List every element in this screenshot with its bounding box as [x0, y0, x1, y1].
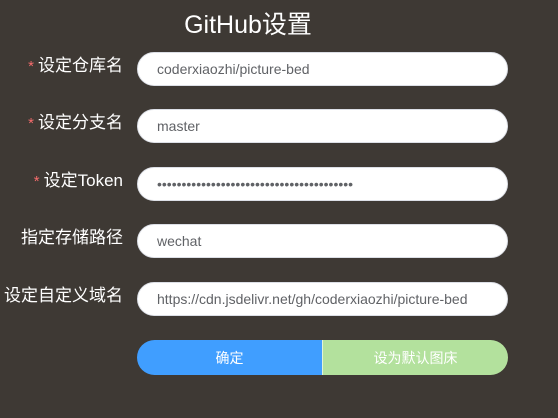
custom-domain-row: 设定自定义域名	[0, 282, 558, 318]
repo-name-input[interactable]	[137, 52, 508, 86]
required-mark: *	[28, 58, 34, 75]
branch-name-label: * 设定分支名	[0, 109, 123, 137]
token-row: * 设定Token	[0, 167, 558, 203]
storage-path-label-text: 指定存储路径	[21, 228, 123, 247]
repo-name-label-text: 设定仓库名	[38, 56, 123, 75]
custom-domain-label: 设定自定义域名	[0, 282, 123, 310]
confirm-button[interactable]: 确定	[137, 340, 322, 375]
token-input[interactable]	[137, 167, 508, 201]
storage-path-row: 指定存储路径	[0, 224, 558, 260]
action-button-group: 确定 设为默认图床	[137, 340, 508, 375]
set-default-bed-button[interactable]: 设为默认图床	[322, 340, 508, 375]
token-label-text: 设定Token	[43, 171, 123, 190]
custom-domain-input[interactable]	[137, 282, 508, 316]
custom-domain-label-text: 设定自定义域名	[4, 286, 123, 305]
repo-name-label: * 设定仓库名	[0, 52, 123, 80]
required-mark: *	[28, 115, 34, 132]
storage-path-input[interactable]	[137, 224, 508, 258]
branch-name-label-text: 设定分支名	[38, 113, 123, 132]
repo-name-row: * 设定仓库名	[0, 52, 558, 88]
token-label: * 设定Token	[0, 167, 123, 195]
required-mark: *	[33, 173, 40, 190]
page-title: GitHub设置	[184, 11, 312, 39]
storage-path-label: 指定存储路径	[0, 224, 123, 252]
branch-name-input[interactable]	[137, 109, 508, 143]
branch-name-row: * 设定分支名	[0, 109, 558, 145]
